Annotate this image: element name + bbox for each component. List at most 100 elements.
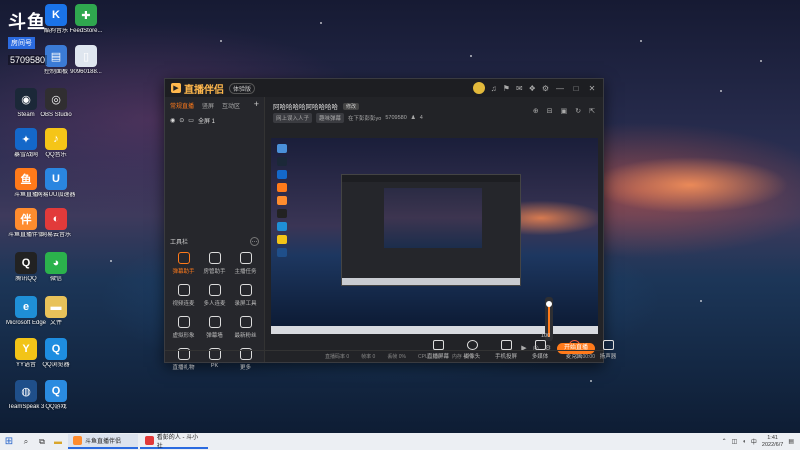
tab-normal[interactable]: 常规直播: [170, 101, 194, 110]
desktop-icon-label: 微信: [49, 276, 62, 282]
tab-vertical[interactable]: 竖屏: [202, 101, 214, 110]
tool-item[interactable]: 房管助手: [199, 252, 230, 275]
tool-icon: [239, 252, 252, 264]
taskbar-task-browser[interactable]: 看彭的人 - 斗小社: [140, 434, 208, 450]
volume-slider-knob[interactable]: [546, 301, 552, 307]
monitor-icon: ▭: [188, 118, 194, 124]
share-icon[interactable]: ⇱: [589, 107, 595, 115]
app-logo: ▶ 直播伴侣: [171, 81, 224, 96]
netease-icon: ◐: [45, 208, 67, 230]
speaker-icon[interactable]: ◖: [742, 439, 746, 445]
settings-icon[interactable]: ⚙: [542, 84, 549, 93]
eye-icon[interactable]: ◉: [170, 117, 175, 124]
desktop-icon-wechat[interactable]: ◕ 微信: [36, 252, 76, 283]
tool-item[interactable]: 虚拟形象: [168, 316, 199, 339]
file-explorer-icon[interactable]: ▬: [50, 437, 66, 446]
filter-icon[interactable]: ⊕: [533, 107, 539, 115]
nvidia-icon: ✦: [15, 128, 37, 150]
notification-icon[interactable]: ▤: [788, 438, 794, 445]
system-tray: ⌃ ◫ ◖ 中 1:41 2022/6/7 ▤: [722, 435, 800, 449]
stream-title[interactable]: 阿哈哈哈哈阿哈哈哈哈: [273, 101, 338, 111]
stream-app-window[interactable]: ▶ 直播伴侣 体验版 ♫ ⚑ ✉ ❖ ⚙ — □ ✕ 常规直播 竖屏 互动区 +…: [164, 78, 616, 371]
tab-interact[interactable]: 互动区: [222, 101, 240, 110]
live-timer: 00:00:00: [575, 353, 595, 360]
desktop-icon-file[interactable]: ▯ 90960188...: [66, 45, 106, 76]
channel-overlay: 斗鱼 房间号 5709580: [8, 14, 56, 68]
tool-item[interactable]: 最新粉丝: [230, 316, 261, 339]
tool-icon: [208, 316, 221, 328]
channel-logo: 斗鱼: [8, 12, 46, 33]
shirt-icon[interactable]: ❖: [529, 84, 536, 93]
desktop-icon-feedstore[interactable]: ✚ FeedStore...: [66, 4, 106, 35]
tool-label: 最新粉丝: [234, 333, 257, 339]
windows-start-icon[interactable]: ⊞: [0, 436, 18, 447]
system-clock[interactable]: 1:41 2022/6/7: [762, 435, 783, 449]
scene-panel: 常规直播 竖屏 互动区 + ◉ ⊙ ▭ 全屏 1 工具栏 … 弹幕助手 房管助手 主…: [165, 97, 265, 371]
edge-icon: e: [15, 296, 37, 318]
control-icon: [466, 340, 478, 350]
app-titlebar[interactable]: ▶ 直播伴侣 体验版 ♫ ⚑ ✉ ❖ ⚙ — □ ✕: [165, 79, 603, 97]
maximize-button[interactable]: □: [571, 84, 581, 93]
ime-icon[interactable]: 中: [751, 437, 757, 446]
status-metric: 直播码率 0: [325, 354, 350, 360]
clock-time: 1:41: [767, 434, 778, 441]
tool-item[interactable]: 弹幕墙: [199, 316, 230, 339]
desktop-icon-uu[interactable]: U 网易UU加速器: [36, 168, 76, 199]
tool-label: 多人连麦: [203, 301, 226, 307]
minimize-button[interactable]: —: [555, 84, 565, 93]
viewer-icon: ♟: [410, 115, 416, 121]
teamspeak-icon: ◍: [15, 380, 37, 402]
tool-icon: [239, 316, 252, 328]
close-button[interactable]: ✕: [587, 84, 597, 93]
tool-item[interactable]: 视频连麦: [168, 284, 199, 307]
lock-layout-icon[interactable]: ⊟: [547, 107, 553, 115]
network-icon[interactable]: ◫: [732, 438, 738, 445]
tool-label: 录屏工具: [234, 301, 257, 307]
taskbar-task-douyu[interactable]: 斗鱼直播伴侣: [68, 434, 138, 449]
desktop-icon-qqmusic[interactable]: ♪ QQ音乐: [36, 128, 76, 159]
room-number: 5709580: [385, 115, 407, 121]
desktop-icon-qqbrowser[interactable]: Q QQ浏览器: [36, 338, 76, 369]
desktop-icon-obs[interactable]: ◎ OBS Studio: [36, 88, 76, 119]
scene-item[interactable]: ◉ ⊙ ▭ 全屏 1: [165, 114, 264, 127]
edit-title-button[interactable]: 修改: [343, 102, 360, 110]
app-logo-icon: ▶: [171, 83, 181, 93]
task-view-icon[interactable]: ⧉: [34, 437, 50, 447]
category-pill[interactable]: 网上误入人子: [273, 113, 313, 123]
preview-stage: 阿哈哈哈哈阿哈哈哈哈 修改 网上误入人子 趣味弹幕 在下彭彭彭yo 570958…: [265, 97, 616, 362]
user-avatar[interactable]: [472, 82, 485, 94]
desktop-icon-folder[interactable]: ▬ 文件: [36, 296, 76, 327]
tool-item[interactable]: 主播任务: [230, 252, 261, 275]
layout-icon[interactable]: ▣: [561, 107, 568, 115]
tool-label: 弹幕墙: [206, 333, 223, 339]
tool-item[interactable]: 多人连麦: [199, 284, 230, 307]
more-tools-icon[interactable]: …: [250, 237, 259, 246]
gift-icon[interactable]: ⚑: [503, 84, 510, 93]
tray-expand-icon[interactable]: ⌃: [722, 438, 727, 445]
control-icon: [500, 340, 512, 350]
tool-label: 更多: [239, 365, 251, 371]
desktop-icon-label: QQ音乐: [45, 152, 67, 158]
version-badge[interactable]: 体验版: [229, 82, 256, 94]
scene-tabs: 常规直播 竖屏 互动区 +: [165, 97, 264, 114]
refresh-icon[interactable]: ↻: [575, 107, 581, 115]
control-icon: [432, 340, 444, 350]
desktop-icon-qqgame[interactable]: Q QQ游戏: [36, 380, 76, 411]
status-metric: 丢帧 0%: [387, 354, 406, 360]
lock-icon[interactable]: ⊙: [179, 117, 184, 124]
host-name: 在下彭彭彭yo: [348, 116, 382, 122]
taskbar-task-label: 看彭的人 - 斗小社: [156, 434, 199, 450]
clock-date: 2022/6/7: [761, 441, 784, 448]
subcategory-pill[interactable]: 趣味弹幕: [316, 113, 345, 123]
headset-icon[interactable]: ♫: [491, 84, 497, 93]
add-scene-icon[interactable]: +: [254, 100, 259, 110]
desktop-icon-netease[interactable]: ◐ 网易云音乐: [36, 208, 76, 239]
tool-item[interactable]: 录屏工具: [230, 284, 261, 307]
channel-tag: 房间号: [8, 37, 35, 49]
mail-icon[interactable]: ✉: [516, 84, 523, 93]
douyu2-icon: 伴: [15, 208, 37, 230]
search-icon[interactable]: ⌕: [18, 437, 34, 447]
titlebar-controls: ♫ ⚑ ✉ ❖ ⚙ — □ ✕: [472, 82, 597, 94]
tool-item[interactable]: 弹幕助手: [168, 252, 199, 275]
browser-app-icon: [145, 436, 154, 445]
